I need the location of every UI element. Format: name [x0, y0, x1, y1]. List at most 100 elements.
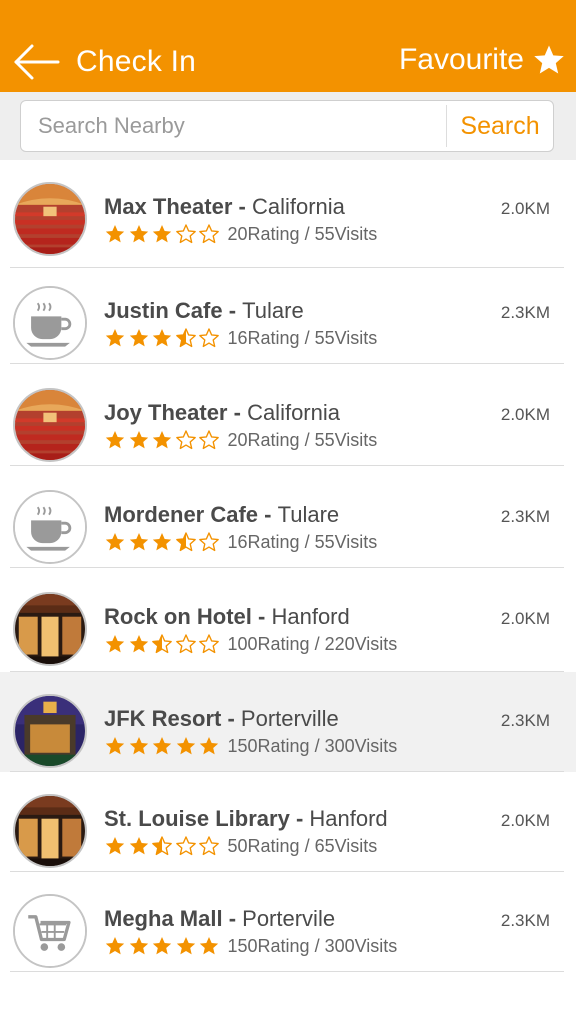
list-item[interactable]: Joy Theater - California 20Rating / 55Vis…	[0, 366, 576, 466]
distance-label: 2.0KM	[500, 199, 550, 218]
list-item[interactable]: St. Louise Library - Hanford 50Rating / 6…	[0, 772, 576, 872]
place-title: Megha Mall - Portervile	[104, 905, 335, 933]
name-separator: -	[222, 298, 243, 323]
place-name: Max Theater	[104, 194, 233, 219]
rating-stars: 20Rating / 55Visits	[104, 223, 377, 245]
place-avatar	[13, 182, 87, 256]
name-separator: -	[251, 604, 272, 629]
place-location: California	[247, 400, 340, 425]
back-button[interactable]	[12, 40, 62, 84]
meta-separator: /	[299, 328, 315, 348]
meta-separator: /	[309, 936, 325, 956]
visit-count: 300Visits	[324, 736, 398, 756]
star-full-icon	[199, 737, 219, 755]
star-full-icon	[199, 937, 219, 955]
rating-stars: 100Rating / 220Visits	[104, 633, 397, 655]
star-full-icon	[129, 431, 148, 449]
place-title: Mordener Cafe - Tulare	[104, 501, 339, 529]
list-item[interactable]: Mordener Cafe - Tulare 16Rating / 55Visit…	[0, 468, 576, 568]
place-title: Justin Cafe - Tulare	[104, 297, 304, 325]
search-input[interactable]	[21, 101, 445, 151]
star-half-icon	[175, 532, 196, 552]
rating-meta: 20Rating / 55Visits	[228, 429, 378, 451]
star-full-icon	[129, 635, 148, 653]
star-full-icon	[129, 837, 148, 855]
star-half-icon	[152, 634, 172, 654]
rating-stars: 150Rating / 300Visits	[104, 735, 397, 757]
place-name: Megha Mall	[104, 906, 223, 931]
star-full-icon	[105, 329, 125, 347]
app-header: Check In Favourite	[0, 0, 576, 92]
distance-label: 2.0KM	[500, 405, 550, 424]
place-location: Tulare	[242, 298, 304, 323]
star-empty-icon	[175, 836, 196, 856]
list-item[interactable]: Megha Mall - Portervile 150Rating / 300Vi…	[0, 872, 576, 972]
name-separator: -	[289, 806, 310, 831]
visit-count: 220Visits	[324, 634, 398, 654]
star-full-icon	[105, 737, 125, 755]
visit-count: 55Visits	[314, 224, 378, 244]
distance-label: 2.3KM	[500, 911, 550, 930]
row-divider	[10, 567, 564, 568]
place-location: Porterville	[240, 706, 339, 731]
star-full-icon	[105, 533, 125, 551]
star-full-icon	[105, 225, 125, 243]
star-full-icon	[105, 431, 125, 449]
rating-meta: 50Rating / 65Visits	[228, 835, 378, 857]
place-avatar	[13, 794, 87, 868]
place-location: Tulare	[277, 502, 340, 527]
name-separator: -	[227, 400, 248, 425]
rating-stars: 50Rating / 65Visits	[104, 835, 377, 857]
rating-meta: 150Rating / 300Visits	[228, 735, 398, 757]
place-name: St. Louise Library	[104, 806, 290, 831]
list-item[interactable]: JFK Resort - Porterville 150Rating / 300V…	[0, 672, 576, 772]
search-bar: Search	[0, 92, 576, 160]
favourite-button[interactable]: Favourite	[399, 40, 566, 80]
star-empty-icon	[199, 430, 219, 450]
visit-count: 55Visits	[314, 328, 378, 348]
rating-meta: 20Rating / 55Visits	[228, 223, 378, 245]
place-title: Max Theater - California	[104, 193, 345, 221]
place-avatar	[13, 490, 87, 564]
theater-thumbnail	[15, 390, 85, 460]
place-title: Joy Theater - California	[104, 399, 340, 427]
distance-label: 2.3KM	[500, 507, 550, 526]
meta-separator: /	[299, 836, 315, 856]
star-full-icon	[129, 737, 148, 755]
star-full-icon	[105, 837, 125, 855]
list-item[interactable]: Rock on Hotel - Hanford 100Rating / 220Vi…	[0, 570, 576, 672]
name-separator: -	[232, 194, 252, 219]
meta-separator: /	[299, 532, 315, 552]
place-name: Joy Theater	[104, 400, 228, 425]
star-full-icon	[129, 225, 148, 243]
place-name: JFK Resort	[104, 706, 222, 731]
list-item[interactable]: Max Theater - California 20Rating / 55Vis…	[0, 160, 576, 268]
rating-meta: 16Rating / 55Visits	[228, 531, 378, 553]
meta-separator: /	[309, 736, 325, 756]
rating-count: 150Rating	[227, 936, 310, 956]
rating-stars: 20Rating / 55Visits	[104, 429, 377, 451]
shopping-cart-icon	[15, 896, 85, 966]
star-empty-icon	[175, 224, 196, 244]
rating-count: 16Rating	[227, 328, 300, 348]
place-title: JFK Resort - Porterville	[104, 705, 339, 733]
row-divider	[10, 363, 564, 364]
star-half-icon	[152, 836, 172, 856]
rating-count: 20Rating	[227, 430, 300, 450]
place-avatar	[13, 286, 87, 360]
distance-label: 2.0KM	[500, 609, 550, 628]
rating-stars: 16Rating / 55Visits	[104, 531, 377, 553]
meta-separator: /	[309, 634, 325, 654]
list-item[interactable]: Justin Cafe - Tulare 16Rating / 55Visits 2…	[0, 264, 576, 364]
rating-stars: 150Rating / 300Visits	[104, 935, 397, 957]
distance-label: 2.3KM	[500, 711, 550, 730]
star-full-icon	[129, 533, 148, 551]
star-empty-icon	[175, 634, 196, 654]
place-avatar	[13, 894, 87, 968]
star-empty-icon	[199, 634, 219, 654]
star-empty-icon	[199, 224, 219, 244]
star-full-icon	[152, 937, 172, 955]
star-full-icon	[105, 635, 125, 653]
star-full-icon	[152, 225, 172, 243]
search-button[interactable]: Search	[447, 101, 553, 151]
